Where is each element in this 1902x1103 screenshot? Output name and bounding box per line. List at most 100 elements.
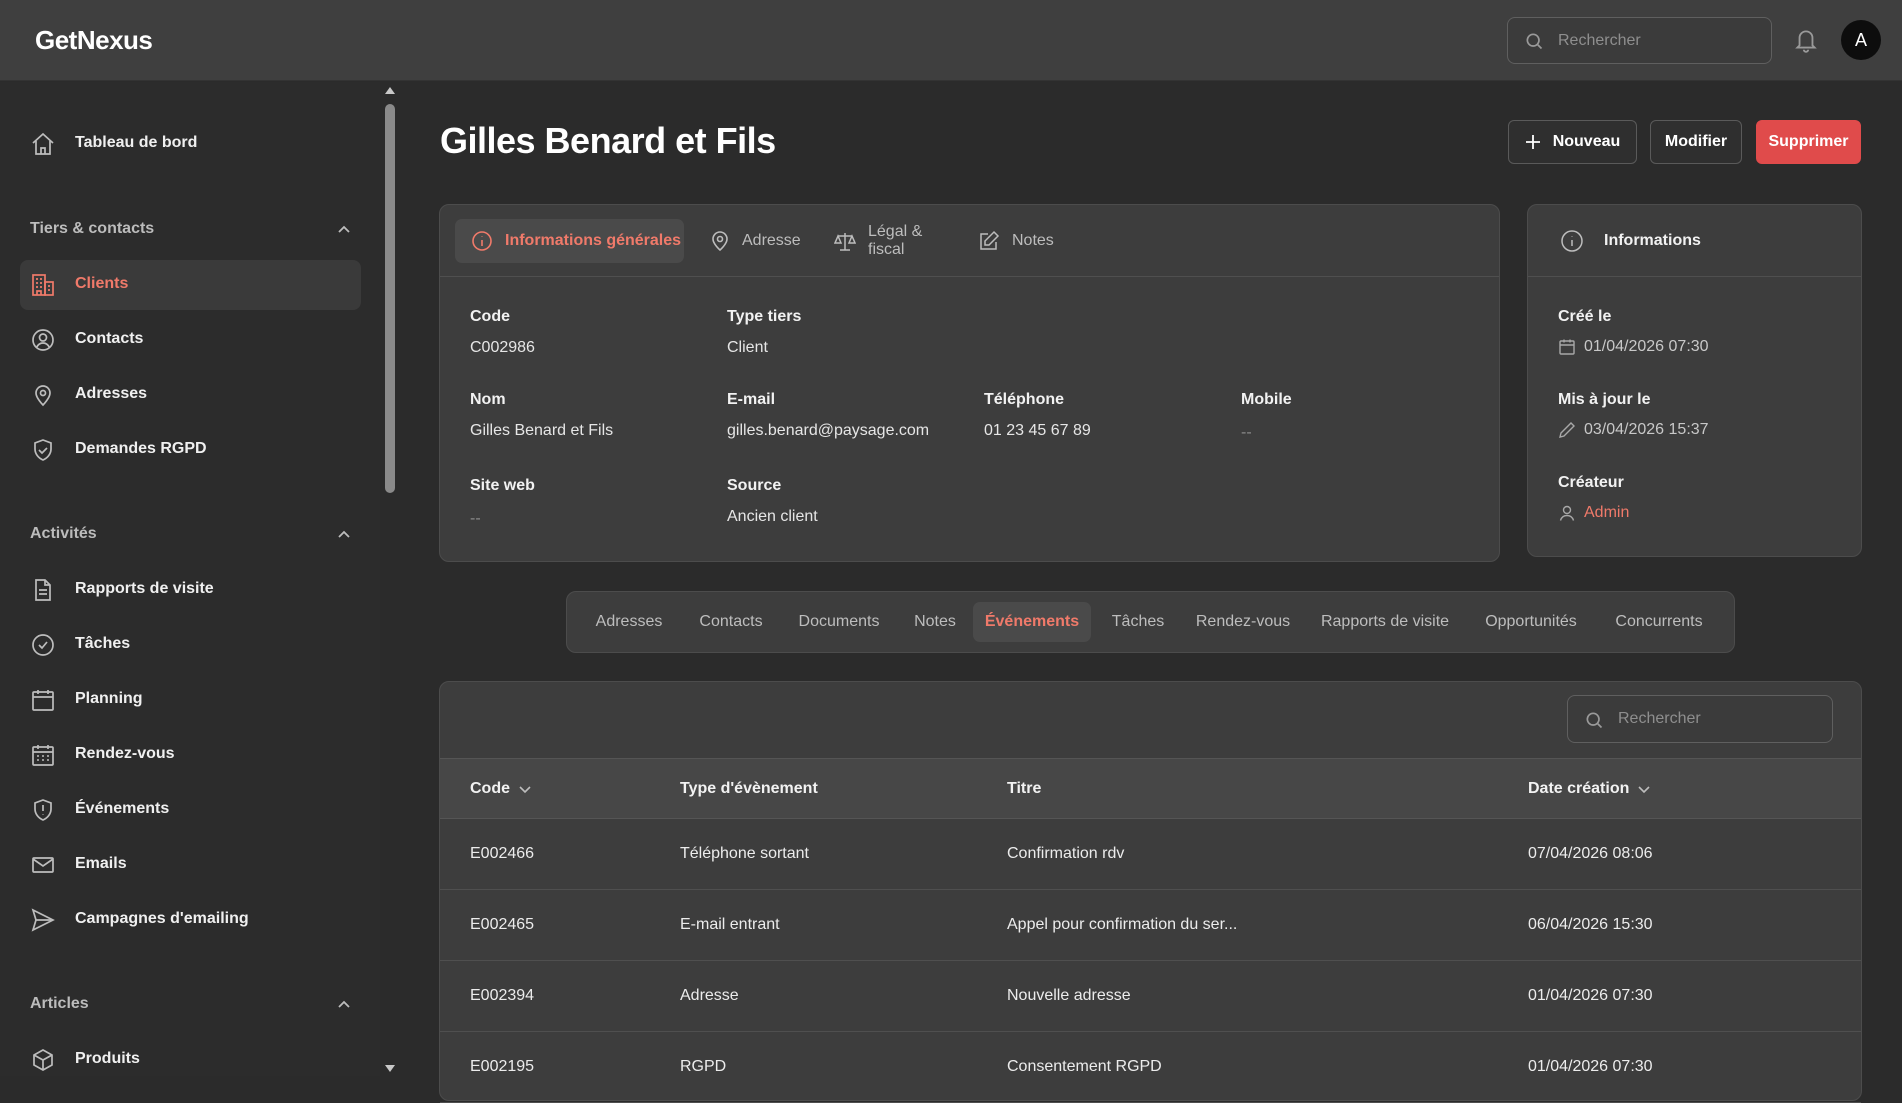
subtab-evenements[interactable]: Événements <box>973 602 1091 642</box>
app-logo[interactable]: GetNexus <box>35 25 153 56</box>
field-site-value: -- <box>470 510 481 527</box>
subtab-rapports[interactable]: Rapports de visite <box>1305 602 1465 642</box>
events-table-card: Code Type d'évènement Titre Date créatio… <box>439 681 1862 1103</box>
field-type-label: Type tiers <box>727 308 802 325</box>
sidebar-item-evenements[interactable]: Événements <box>20 785 361 835</box>
column-header-titre[interactable]: Titre <box>1007 780 1041 798</box>
column-header-type[interactable]: Type d'évènement <box>680 780 818 798</box>
sidebar-item-clients[interactable]: Clients <box>20 260 361 310</box>
sidebar-scroll-thumb[interactable] <box>385 104 395 493</box>
subtab-rendez-vous[interactable]: Rendez-vous <box>1185 602 1301 642</box>
sidebar-item-rendez-vous[interactable]: Rendez-vous <box>20 730 361 780</box>
tab-notes[interactable]: Notes <box>962 219 1062 263</box>
section-tiers-contacts[interactable]: Tiers & contacts <box>30 218 352 242</box>
field-type-value: Client <box>727 339 768 356</box>
subtab-documents[interactable]: Documents <box>783 602 895 642</box>
sidebar-item-label: Contacts <box>75 330 144 347</box>
column-header-label: Date création <box>1528 780 1630 797</box>
section-activites[interactable]: Activités <box>30 523 352 547</box>
sidebar-item-campagnes[interactable]: Campagnes d'emailing <box>20 895 361 945</box>
sidebar-item-label: Planning <box>75 690 143 707</box>
search-icon <box>1584 710 1604 730</box>
creator-label: Créateur <box>1558 474 1624 491</box>
user-icon <box>1558 504 1576 522</box>
sidebar-item-label: Adresses <box>75 385 148 402</box>
updated-value: 03/04/2026 15:37 <box>1584 421 1709 438</box>
column-header-date[interactable]: Date création <box>1528 780 1651 798</box>
edit-button[interactable]: Modifier <box>1650 120 1742 164</box>
table-row[interactable]: E002466 Téléphone sortant Confirmation r… <box>440 819 1861 890</box>
sidebar-item-taches[interactable]: Tâches <box>20 620 361 670</box>
sidebar-item-label: Rapports de visite <box>75 580 214 597</box>
creator-value-row[interactable]: Admin <box>1558 504 1629 522</box>
notifications-bell-icon[interactable] <box>1793 26 1819 54</box>
tab-legal-fiscal[interactable]: Légal & fiscal <box>818 219 958 263</box>
subtab-contacts[interactable]: Contacts <box>683 602 779 642</box>
chevron-down-icon <box>518 782 532 796</box>
sidebar-item-planning[interactable]: Planning <box>20 675 361 725</box>
delete-button[interactable]: Supprimer <box>1756 120 1861 164</box>
sidebar-item-label: Tâches <box>75 635 131 652</box>
subtab-opportunites[interactable]: Opportunités <box>1469 602 1593 642</box>
sidebar-item-dashboard[interactable]: Tableau de bord <box>20 119 361 169</box>
column-header-code[interactable]: Code <box>470 780 532 798</box>
subtab-taches[interactable]: Tâches <box>1097 602 1179 642</box>
subtab-adresses[interactable]: Adresses <box>579 602 679 642</box>
cell-code: E002195 <box>470 1058 535 1075</box>
global-search[interactable] <box>1507 17 1772 64</box>
table-row[interactable]: E002465 E-mail entrant Appel pour confir… <box>440 890 1861 961</box>
field-email-value[interactable]: gilles.benard@paysage.com <box>727 422 929 440</box>
building-icon <box>30 272 56 298</box>
tab-informations-generales[interactable]: Informations générales <box>455 219 684 263</box>
chevron-up-icon <box>336 222 352 238</box>
sidebar-item-contacts[interactable]: Contacts <box>20 315 361 365</box>
user-avatar[interactable]: A <box>1841 20 1881 60</box>
cell-type: E-mail entrant <box>680 916 780 933</box>
column-header-label: Titre <box>1007 780 1042 797</box>
map-pin-icon <box>710 230 730 252</box>
chevron-up-icon <box>336 997 352 1013</box>
table-header: Code Type d'évènement Titre Date créatio… <box>440 758 1861 819</box>
sidebar-item-rgpd[interactable]: Demandes RGPD <box>20 425 361 475</box>
info-circle-icon <box>471 230 493 252</box>
cell-code: E002466 <box>470 845 535 862</box>
pencil-icon <box>1558 421 1576 439</box>
tab-label: Légal & fiscal <box>868 223 923 258</box>
sidebar-item-produits[interactable]: Produits <box>20 1035 361 1076</box>
sidebar-item-adresses[interactable]: Adresses <box>20 370 361 420</box>
updated-label: Mis à jour le <box>1558 391 1651 408</box>
new-button[interactable]: Nouveau <box>1508 120 1637 164</box>
tab-adresse[interactable]: Adresse <box>694 219 814 263</box>
chevron-up-icon <box>336 527 352 543</box>
send-icon <box>30 907 56 933</box>
cube-icon <box>30 1047 56 1073</box>
sidebar-item-emails[interactable]: Emails <box>20 840 361 890</box>
table-search-input[interactable] <box>1618 696 1823 742</box>
creator-value[interactable]: Admin <box>1584 504 1629 522</box>
field-telephone-label: Téléphone <box>984 391 1065 408</box>
cell-type: Téléphone sortant <box>680 845 809 862</box>
subtab-notes[interactable]: Notes <box>899 602 971 642</box>
cell-titre: Nouvelle adresse <box>1007 987 1131 1004</box>
sidebar-item-rapports[interactable]: Rapports de visite <box>20 565 361 615</box>
table-row[interactable]: E002394 Adresse Nouvelle adresse 01/04/2… <box>440 961 1861 1032</box>
calendar-icon <box>30 687 56 713</box>
updated-value-row: 03/04/2026 15:37 <box>1558 421 1709 439</box>
column-header-label: Type d'évènement <box>680 780 818 797</box>
client-detail-card: Informations générales Adresse Légal & f… <box>439 204 1500 562</box>
check-circle-icon <box>30 632 56 658</box>
scroll-up-arrow-icon[interactable] <box>384 85 396 95</box>
field-code-label: Code <box>470 308 510 325</box>
tab-label: Informations générales <box>505 232 682 249</box>
field-telephone-value[interactable]: 01 23 45 67 89 <box>984 422 1091 440</box>
cell-type: RGPD <box>680 1058 727 1075</box>
table-search[interactable] <box>1567 695 1833 743</box>
subtab-concurrents[interactable]: Concurrents <box>1597 602 1721 642</box>
section-articles[interactable]: Articles <box>30 993 352 1017</box>
edit-note-icon <box>978 230 1000 252</box>
table-row[interactable]: E002195 RGPD Consentement RGPD 01/04/202… <box>440 1032 1861 1103</box>
global-search-input[interactable] <box>1558 18 1763 63</box>
scroll-down-arrow-icon[interactable] <box>384 1064 396 1074</box>
sidebar-item-label: Tableau de bord <box>75 134 198 151</box>
related-tabs: Adresses Contacts Documents Notes Événem… <box>566 591 1735 653</box>
